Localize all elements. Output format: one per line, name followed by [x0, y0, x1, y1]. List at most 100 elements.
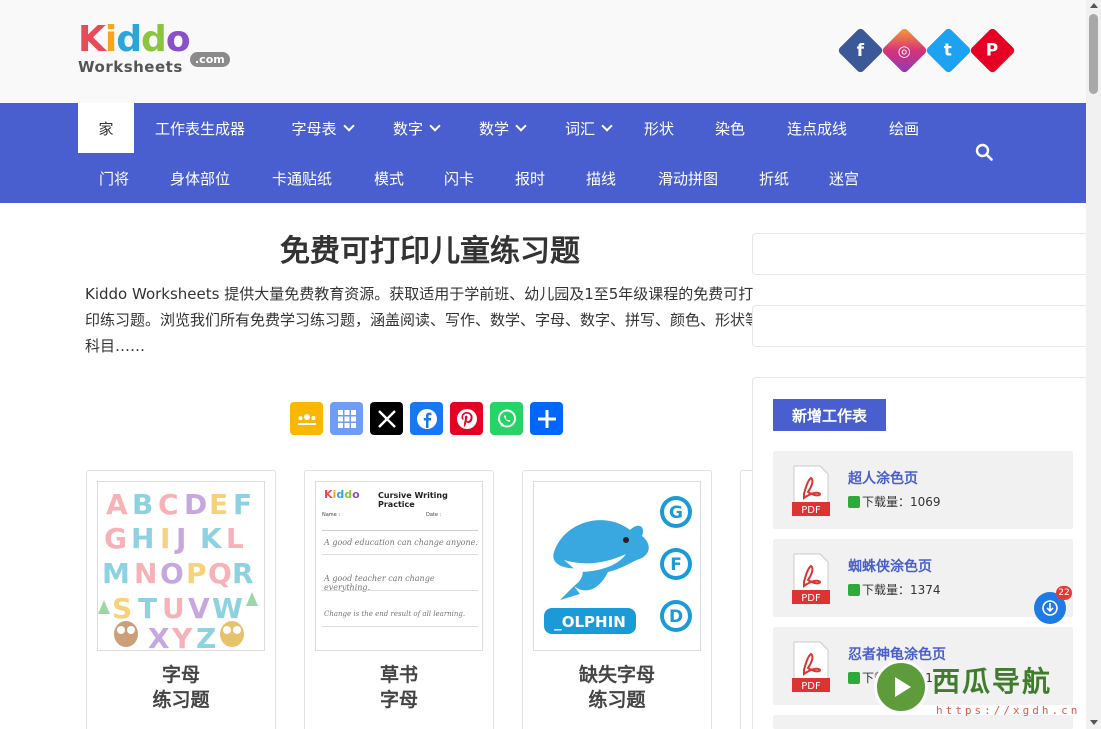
pinterest-share-button[interactable] — [450, 402, 483, 435]
nav-label: 身体部位 — [169, 169, 230, 188]
card-title-line: 字母 — [379, 689, 418, 711]
svg-text:D: D — [184, 488, 207, 521]
svg-text:X: X — [148, 622, 170, 651]
nav-label: 染色 — [714, 119, 745, 138]
nav-label: 闪卡 — [443, 169, 474, 188]
chevron-down-icon — [515, 119, 527, 132]
svg-text:F: F — [233, 488, 252, 521]
card-title: 字母 练习题 — [87, 663, 275, 713]
svg-text:M: M — [102, 557, 130, 590]
nav-label: 数字 — [392, 119, 423, 138]
whatsapp-share-button[interactable] — [490, 402, 523, 435]
nav-item-stickers[interactable]: 卡通贴纸 — [260, 153, 344, 203]
nav-item-home[interactable]: 家 — [78, 103, 134, 153]
nav-label: 滑动拼图 — [657, 169, 718, 188]
search-icon[interactable] — [975, 143, 993, 161]
nav-item-body-parts[interactable]: 身体部位 — [158, 153, 242, 203]
scroll-up-arrow-icon[interactable] — [1090, 3, 1098, 8]
download-text: 下载量：1374 — [862, 583, 941, 597]
worksheet-name[interactable]: 蜘蛛侠涂色页 — [848, 556, 932, 576]
letter-option: D — [669, 607, 683, 627]
download-arrow-icon — [1042, 600, 1058, 616]
mini-logo: Kiddo — [324, 488, 360, 501]
nav-item-flashcards[interactable]: 闪卡 — [432, 153, 486, 203]
nav-label: 家 — [98, 119, 114, 138]
card-cursive-letters[interactable]: Kiddo Cursive Writing Practice Name : Da… — [304, 470, 494, 729]
svg-text:N: N — [134, 557, 157, 590]
nav-label: 卡通贴纸 — [271, 169, 332, 188]
nav-item-origami[interactable]: 折纸 — [747, 153, 801, 203]
scroll-down-arrow-icon[interactable] — [1090, 720, 1098, 725]
site-header: Kiddo Worksheets .com f ◎ t P — [0, 0, 1086, 103]
svg-text:I: I — [160, 522, 170, 555]
divider — [322, 554, 478, 555]
nav-item-patterns[interactable]: 模式 — [362, 153, 416, 203]
svg-text:W: W — [212, 592, 243, 625]
nav-item-vocabulary[interactable]: 词汇 — [550, 103, 626, 153]
facebook-share-button[interactable] — [410, 402, 443, 435]
google-classroom-share-button[interactable] — [290, 402, 323, 435]
cursive-line: A good education can change anyone. — [324, 538, 478, 547]
card-title-line: 草书 — [379, 664, 418, 686]
download-count: 下载量：1069 — [848, 493, 941, 510]
page-scrollbar[interactable] — [1086, 0, 1101, 729]
nav-item-maze[interactable]: 迷宫 — [817, 153, 871, 203]
nav-label: 门将 — [98, 169, 129, 188]
svg-text:A: A — [106, 488, 128, 521]
svg-text:G: G — [104, 522, 127, 555]
plus-icon — [537, 409, 556, 428]
pinterest-icon — [456, 408, 477, 429]
svg-text:U: U — [162, 592, 185, 625]
nav-item-shapes[interactable]: 形状 — [632, 103, 686, 153]
main-nav: 家 工作表生成器 字母表 数字 数学 词汇 形状 染色 连点成线 绘画 门将 身… — [0, 103, 1086, 203]
site-logo[interactable]: Kiddo Worksheets .com — [78, 22, 230, 82]
download-count: 下载量：1374 — [848, 581, 941, 598]
svg-text:K: K — [200, 522, 223, 555]
nav-item-alphabet[interactable]: 字母表 — [272, 103, 372, 153]
pinterest-icon[interactable]: P — [969, 27, 1016, 74]
card-title: 缺失字母 练习题 — [523, 663, 711, 713]
watermark-logo-icon — [874, 660, 928, 714]
nav-item-telling-time[interactable]: 报时 — [503, 153, 557, 203]
list-item[interactable]: PDF 超人涂色页 下载量：1069 — [773, 451, 1073, 529]
pdf-icon: PDF — [792, 465, 830, 516]
svg-text:PDF: PDF — [801, 681, 821, 692]
card-missing-letters[interactable]: _OLPHIN G F D 缺失字母 练习题 — [522, 470, 712, 729]
nav-item-generator[interactable]: 工作表生成器 — [140, 103, 260, 153]
nav-item-math[interactable]: 数学 — [464, 103, 540, 153]
scroll-thumb[interactable] — [1089, 14, 1098, 94]
page-intro: Kiddo Worksheets 提供大量免费教育资源。获取适用于学前班、幼儿园… — [85, 285, 761, 355]
download-icon — [848, 583, 860, 596]
share-button[interactable] — [530, 402, 563, 435]
twitter-icon[interactable]: t — [925, 27, 972, 74]
nav-label: 迷宫 — [828, 169, 859, 188]
card-title-line: 字母 — [161, 664, 200, 686]
microsoft-teams-share-button[interactable] — [330, 402, 363, 435]
instagram-icon[interactable]: ◎ — [881, 27, 928, 74]
svg-text:C: C — [158, 488, 179, 521]
list-item[interactable]: PDF 蜘蛛侠涂色页 下载量：1374 — [773, 539, 1073, 617]
nav-item-sliding-puzzle[interactable]: 滑动拼图 — [646, 153, 730, 203]
nav-item-numbers[interactable]: 数字 — [378, 103, 454, 153]
nav-item-goalkeeper[interactable]: 门将 — [86, 153, 142, 203]
svg-text:L: L — [226, 522, 244, 555]
card-title: 草书 字母 — [305, 663, 493, 713]
watermark-text: 西瓜导航 — [932, 665, 1053, 698]
cursive-line: Change is the end result of all learning… — [324, 610, 466, 618]
card-thumbnail: ABCDEF GHIJKL MNOPQR STUVW XYZ — [97, 481, 265, 651]
svg-text:PDF: PDF — [801, 505, 821, 516]
sidebar-title: 新增工作表 — [773, 399, 886, 431]
facebook-icon[interactable]: f — [837, 27, 884, 74]
page-title: 免费可打印儿童练习题 — [280, 234, 580, 269]
nav-item-dot-to-dot[interactable]: 连点成线 — [772, 103, 862, 153]
svg-text:PDF: PDF — [801, 593, 821, 604]
nav-item-coloring[interactable]: 染色 — [702, 103, 758, 153]
nav-item-drawing[interactable]: 绘画 — [876, 103, 932, 153]
worksheet-name[interactable]: 超人涂色页 — [848, 468, 918, 488]
whatsapp-icon — [497, 409, 516, 427]
nav-item-tracing[interactable]: 描线 — [574, 153, 628, 203]
x-icon — [377, 409, 396, 428]
download-icon — [848, 671, 860, 684]
card-alphabet-worksheets[interactable]: ABCDEF GHIJKL MNOPQR STUVW XYZ 字母 练习题 — [86, 470, 276, 729]
x-share-button[interactable] — [370, 402, 403, 435]
